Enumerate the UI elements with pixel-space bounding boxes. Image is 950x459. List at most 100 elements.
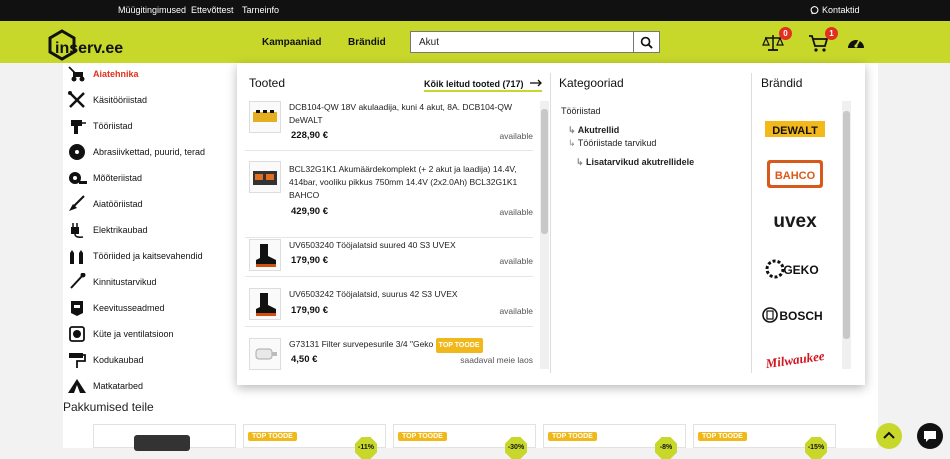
- offer-card[interactable]: TOP TOODE -8%: [543, 424, 686, 459]
- brand-bahco[interactable]: BAHCO: [761, 159, 829, 191]
- product-availability: available: [499, 306, 533, 316]
- divider: [245, 276, 533, 277]
- dashboard-button[interactable]: [846, 33, 870, 53]
- link-sales-terms[interactable]: Müügitingimused: [118, 5, 186, 15]
- top-product-badge: TOP TOODE: [248, 432, 297, 441]
- gloves-icon: [70, 250, 83, 264]
- products-scrollbar[interactable]: [540, 101, 549, 369]
- svg-text:BOSCH: BOSCH: [779, 309, 822, 323]
- product-thumbnail: [249, 161, 281, 193]
- brand-uvex[interactable]: uvex: [761, 204, 829, 236]
- product-price: 429,90 €: [291, 206, 328, 217]
- product-thumbnail: [249, 239, 281, 271]
- column-divider: [550, 73, 551, 373]
- brand-dewalt[interactable]: DEWALT: [761, 113, 829, 145]
- compare-button[interactable]: 0: [762, 27, 792, 53]
- search-icon: [640, 36, 653, 49]
- offers-title: Pakkumised teile: [63, 400, 154, 414]
- discount-badge: -30%: [505, 437, 527, 459]
- tent-icon: [68, 379, 86, 393]
- drill-icon: [71, 120, 86, 134]
- chat-button[interactable]: [917, 423, 943, 449]
- svg-text:Milwaukee: Milwaukee: [764, 348, 826, 371]
- product-result[interactable]: G73131 Filter survepesurile 3/4 "Geko TO…: [245, 338, 533, 377]
- offer-card[interactable]: TOP TOODE -30%: [393, 424, 536, 459]
- top-product-badge: TOP TOODE: [435, 338, 483, 353]
- discount-badge: -11%: [355, 437, 377, 459]
- sidebar-item-fasteners[interactable]: Kinnitustarvikud: [63, 271, 243, 293]
- brand-milwaukee[interactable]: Milwaukee: [761, 343, 829, 375]
- contact-link[interactable]: Kontaktid: [810, 5, 860, 15]
- svg-text:GEKO: GEKO: [783, 263, 818, 277]
- lawnmower-icon: [68, 66, 85, 82]
- product-price: 179,90 €: [291, 255, 328, 266]
- compare-badge: 0: [779, 27, 792, 40]
- sidebar-item-measuring-tools[interactable]: Mõõteriistad: [63, 167, 243, 189]
- product-price: 4,50 €: [291, 354, 318, 365]
- search-input[interactable]: [411, 32, 631, 53]
- top-bar: Müügitingimused Ettevõttest Tarneinfo Ko…: [0, 0, 950, 21]
- svg-text:uvex: uvex: [773, 211, 817, 232]
- category-link[interactable]: ↳ Tööriistade tarvikud: [568, 138, 656, 149]
- brands-title: Brändid: [761, 76, 803, 90]
- nav-campaigns[interactable]: Kampaaniad: [262, 37, 321, 48]
- nav-brands[interactable]: Brändid: [348, 37, 386, 48]
- offer-card[interactable]: [93, 424, 236, 451]
- product-name: DCB104-QW 18V akulaadija, kuni 4 akut, 8…: [289, 102, 512, 125]
- product-availability: available: [499, 131, 533, 141]
- sidebar-item-welding[interactable]: Keevitusseadmed: [63, 297, 243, 319]
- cart-button[interactable]: 1: [808, 27, 838, 53]
- cart-badge: 1: [825, 27, 838, 40]
- top-product-badge: TOP TOODE: [398, 432, 447, 441]
- contact-label: Kontaktid: [822, 5, 860, 15]
- search-button[interactable]: [633, 32, 659, 52]
- brands-scrollbar[interactable]: [842, 101, 851, 369]
- brand-geko[interactable]: GEKO: [761, 253, 829, 285]
- product-thumbnail: [249, 288, 281, 320]
- svg-text:inserv.ee: inserv.ee: [55, 40, 123, 57]
- product-result[interactable]: UV6503240 Tööjalatsid suured 40 S3 UVEX …: [245, 238, 533, 288]
- link-delivery[interactable]: Tarneinfo: [242, 5, 279, 15]
- category-link[interactable]: ↳ Lisatarvikud akutrellidele: [576, 157, 694, 168]
- divider: [245, 326, 533, 327]
- sidebar-item-garden-tools[interactable]: Aiatööriistad: [63, 193, 243, 215]
- scroll-top-button[interactable]: [876, 423, 902, 449]
- category-link[interactable]: Tööriistad: [561, 106, 601, 116]
- product-name: G73131 Filter survepesurile 3/4 "Geko TO…: [289, 338, 529, 353]
- product-availability: saadaval meie laos: [460, 355, 533, 365]
- offer-card[interactable]: TOP TOODE -11%: [243, 424, 386, 459]
- gauge-icon: [848, 38, 864, 48]
- product-price: 228,90 €: [291, 130, 328, 141]
- link-about[interactable]: Ettevõttest: [191, 5, 234, 15]
- tape-measure-icon: [69, 172, 87, 184]
- svg-text:BAHCO: BAHCO: [775, 170, 816, 182]
- sidebar-item-household[interactable]: Kodukaubad: [63, 349, 243, 371]
- product-price: 179,90 €: [291, 305, 328, 316]
- product-result[interactable]: BCL32G1K1 Akumäärdekomplekt (+ 2 akut ja…: [245, 151, 533, 238]
- discount-badge: -8%: [655, 437, 677, 459]
- sidebar-item-camping[interactable]: Matkatarbed: [63, 375, 243, 397]
- product-result[interactable]: DCB104-QW 18V akulaadija, kuni 4 akut, 8…: [245, 99, 533, 151]
- sidebar-item-heating[interactable]: Küte ja ventilatsioon: [63, 323, 243, 345]
- all-results-link[interactable]: Kõik leitud tooted (717): [424, 79, 543, 92]
- product-thumbnail: [249, 101, 281, 133]
- sidebar-item-garden-machinery[interactable]: Aiatehnika: [63, 63, 243, 85]
- offer-card[interactable]: TOP TOODE -15%: [693, 424, 836, 459]
- product-results-list: DCB104-QW 18V akulaadija, kuni 4 akut, 8…: [245, 99, 550, 377]
- sidebar-item-tools[interactable]: Tööriistad: [63, 115, 243, 137]
- sidebar-item-electrical[interactable]: Elektrikaubad: [63, 219, 243, 241]
- sidebar-item-workwear[interactable]: Tööriided ja kaitsevahendid: [63, 245, 243, 267]
- discount-badge: -15%: [805, 437, 827, 459]
- sidebar-item-hand-tools[interactable]: Käsitööriistad: [63, 89, 243, 111]
- product-image: [134, 435, 190, 451]
- product-name: BCL32G1K1 Akumäärdekomplekt (+ 2 akut ja…: [289, 164, 518, 200]
- product-availability: available: [499, 207, 533, 217]
- chat-icon: [810, 5, 819, 14]
- product-result[interactable]: UV6503242 Tööjalatsid, suurus 42 S3 UVEX…: [245, 288, 533, 338]
- plug-icon: [71, 223, 84, 238]
- sidebar-item-abrasives[interactable]: Abrasiivkettad, puurid, terad: [63, 141, 243, 163]
- category-link[interactable]: ↳ Akutrellid: [568, 125, 619, 136]
- brand-bosch[interactable]: BOSCH: [761, 299, 829, 331]
- top-product-badge: TOP TOODE: [548, 432, 597, 441]
- header: inserv.ee Kampaaniad Brändid 0 1: [0, 21, 950, 63]
